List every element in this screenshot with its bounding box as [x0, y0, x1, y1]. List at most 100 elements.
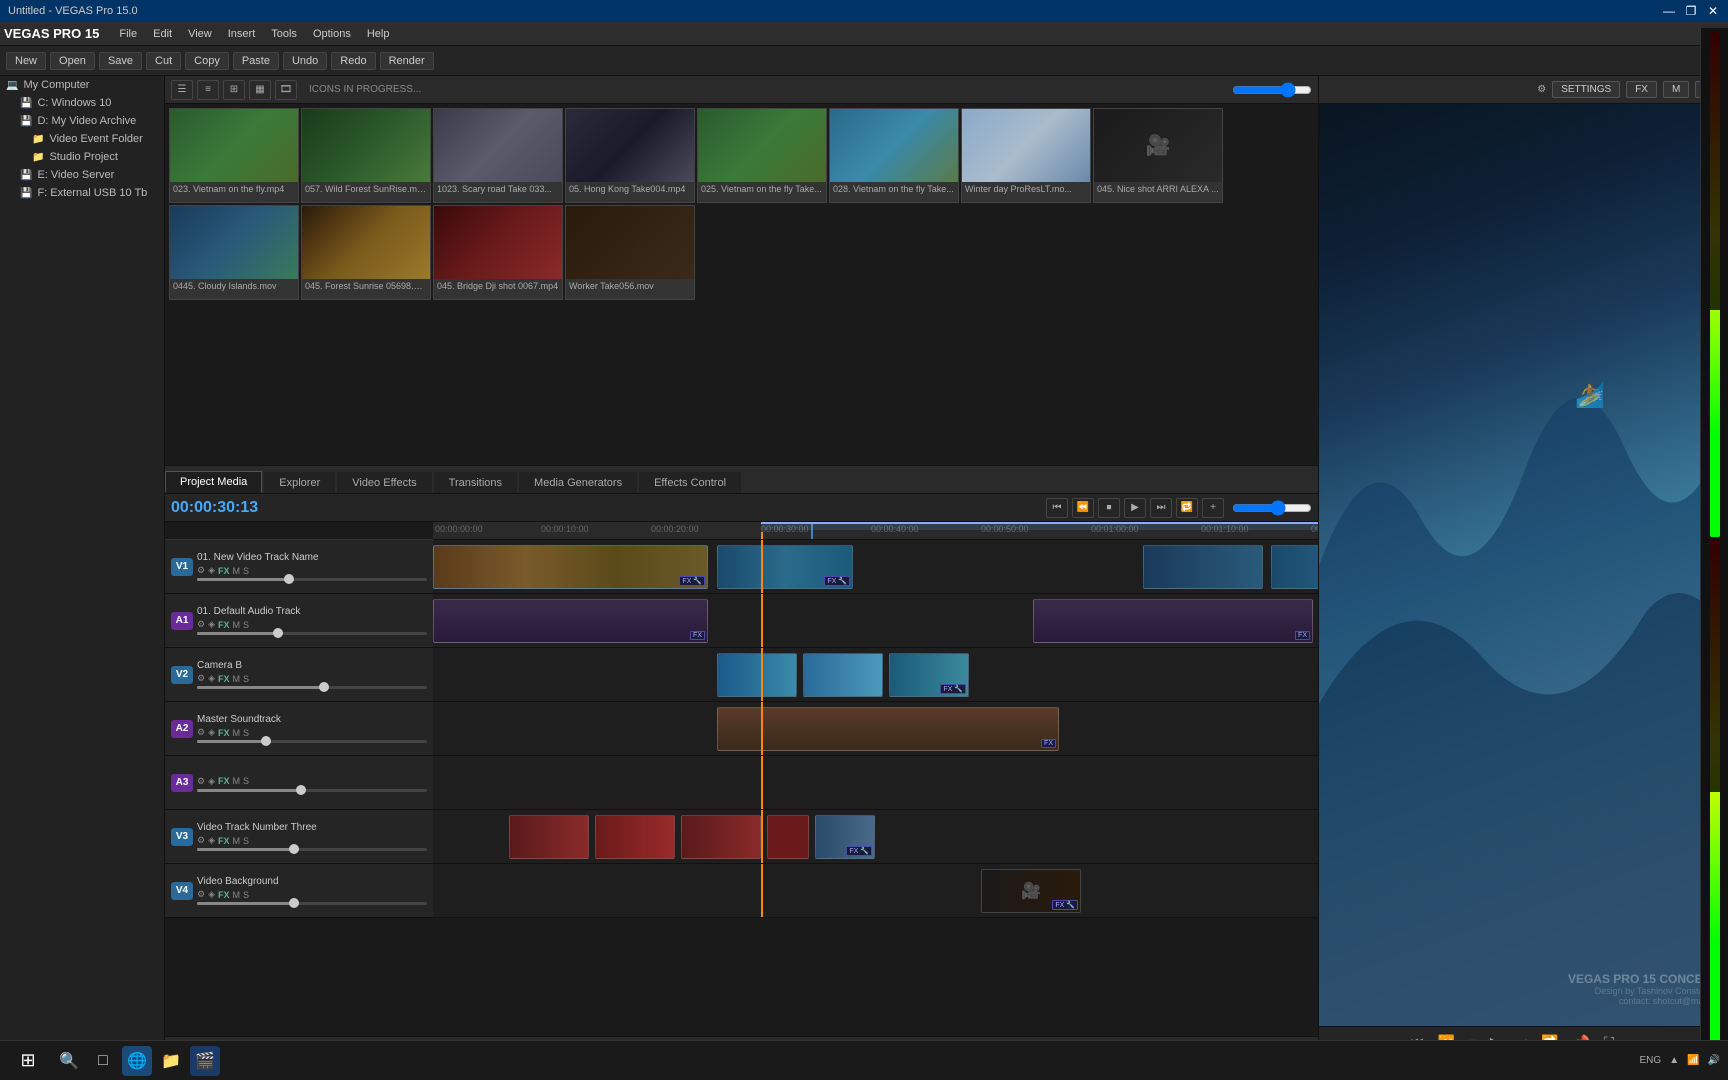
- media-thumb-2[interactable]: 057. Wild Forest SunRise.mp4: [301, 108, 431, 203]
- track-ctrl-settings-v2[interactable]: ⚙: [197, 673, 205, 684]
- sidebar-item-f-drive[interactable]: 💾 F: External USB 10 Tb: [0, 184, 164, 202]
- track-ctrl-m-v4[interactable]: M: [233, 890, 241, 900]
- undo-button[interactable]: Undo: [283, 52, 327, 70]
- track-lane-a2[interactable]: for(let i=0;i<113;i++){document.currentS…: [433, 702, 1318, 755]
- cut-button[interactable]: Cut: [146, 52, 181, 70]
- media-thumb-9[interactable]: 0445. Cloudy Islands.mov: [169, 205, 299, 300]
- sidebar-item-studio-project[interactable]: 📁 Studio Project: [0, 148, 164, 166]
- media-thumb-5[interactable]: 025. Vietnam on the fly Take...: [697, 108, 827, 203]
- track-ctrl-settings-v4[interactable]: ⚙: [197, 889, 205, 900]
- track-ctrl-m-a3[interactable]: M: [233, 776, 241, 786]
- fx-button[interactable]: FX: [1626, 81, 1657, 98]
- media-thumb-3[interactable]: 1023. Scary road Take 033...: [433, 108, 563, 203]
- clip-v3-2[interactable]: [595, 815, 675, 859]
- track-lane-v1[interactable]: FX 🔧 FX 🔧: [433, 540, 1318, 593]
- taskbar-files-icon[interactable]: 📁: [156, 1046, 186, 1076]
- track-ctrl-fx-a2[interactable]: FX: [218, 728, 230, 738]
- track-ctrl-s-a3[interactable]: S: [243, 776, 249, 786]
- track-ctrl-settings-v1[interactable]: ⚙: [197, 565, 205, 576]
- track-lane-a3[interactable]: for(let i=0;i<39;i++){document.currentSc…: [433, 756, 1318, 809]
- menu-options[interactable]: Options: [305, 26, 359, 42]
- track-ctrl-fx-v4[interactable]: FX: [218, 890, 230, 900]
- start-button[interactable]: ⊞: [8, 1046, 48, 1076]
- clip-v3-4[interactable]: [767, 815, 809, 859]
- track-lane-v4[interactable]: 🎥 FX 🔧: [433, 864, 1318, 917]
- track-ctrl-m-v3[interactable]: M: [233, 836, 241, 846]
- track-ctrl-s-a1[interactable]: S: [243, 620, 249, 630]
- clip-v1-2[interactable]: FX 🔧: [717, 545, 853, 589]
- menu-view[interactable]: View: [180, 26, 220, 42]
- view-medium-button[interactable]: ▦: [249, 80, 271, 100]
- menu-tools[interactable]: Tools: [263, 26, 305, 42]
- sidebar-item-video-event-folder[interactable]: 📁 Video Event Folder: [0, 130, 164, 148]
- volume-knob-a2[interactable]: [261, 736, 271, 746]
- save-button[interactable]: Save: [99, 52, 142, 70]
- timeline-play-button[interactable]: ▶: [1124, 498, 1146, 518]
- volume-knob-v4[interactable]: [289, 898, 299, 908]
- timeline-loop-button[interactable]: 🔁: [1176, 498, 1198, 518]
- track-lane-v2[interactable]: FX 🔧: [433, 648, 1318, 701]
- track-ctrl-s-a2[interactable]: S: [243, 728, 249, 738]
- track-ctrl-settings-a3[interactable]: ⚙: [197, 776, 205, 787]
- tab-media-generators[interactable]: Media Generators: [519, 472, 637, 493]
- taskbar-vegas-icon[interactable]: 🎬: [190, 1046, 220, 1076]
- track-ctrl-vol-a2[interactable]: ◈: [208, 727, 215, 738]
- track-ctrl-comp-v2[interactable]: ◈: [208, 673, 215, 684]
- sidebar-item-e-drive[interactable]: 💾 E: Video Server: [0, 166, 164, 184]
- track-ctrl-fx-v3[interactable]: FX: [218, 836, 230, 846]
- clip-v3-1[interactable]: [509, 815, 589, 859]
- media-thumb-11[interactable]: 045. Bridge Dji shot 0067.mp4: [433, 205, 563, 300]
- sidebar-item-c-drive[interactable]: 💾 C: Windows 10: [0, 94, 164, 112]
- taskbar-task-icon[interactable]: □: [88, 1046, 118, 1076]
- view-details-button[interactable]: ≡: [197, 80, 219, 100]
- track-ctrl-s-v3[interactable]: S: [243, 836, 249, 846]
- track-ctrl-s-v4[interactable]: S: [243, 890, 249, 900]
- track-ctrl-settings-a1[interactable]: ⚙: [197, 619, 205, 630]
- track-ctrl-m-a2[interactable]: M: [233, 728, 241, 738]
- track-ctrl-settings-v3[interactable]: ⚙: [197, 835, 205, 846]
- clip-a1-2[interactable]: for(let i=0;i<92;i++){document.currentSc…: [1033, 599, 1313, 643]
- new-button[interactable]: New: [6, 52, 46, 70]
- m-button[interactable]: M: [1663, 81, 1689, 98]
- volume-knob-v2[interactable]: [319, 682, 329, 692]
- tab-effects-control[interactable]: Effects Control: [639, 472, 741, 493]
- track-ctrl-m-v1[interactable]: M: [233, 566, 241, 576]
- clip-v2-3[interactable]: FX 🔧: [889, 653, 969, 697]
- menu-insert[interactable]: Insert: [220, 26, 264, 42]
- taskbar-search-icon[interactable]: 🔍: [54, 1046, 84, 1076]
- clip-v4-1[interactable]: 🎥 FX 🔧: [981, 869, 1081, 913]
- track-ctrl-compositing-v1[interactable]: ◈: [208, 565, 215, 576]
- media-thumb-7[interactable]: Winter day ProResLT.mo...: [961, 108, 1091, 203]
- sidebar-item-computer[interactable]: 💻 My Computer: [0, 76, 164, 94]
- menu-file[interactable]: File: [111, 26, 145, 42]
- sidebar-item-d-drive[interactable]: 💾 D: My Video Archive: [0, 112, 164, 130]
- media-thumb-6[interactable]: 028. Vietnam on the fly Take...: [829, 108, 959, 203]
- media-thumb-4[interactable]: 05. Hong Kong Take004.mp4: [565, 108, 695, 203]
- media-thumb-1[interactable]: 023. Vietnam on the fly.mp4: [169, 108, 299, 203]
- track-lane-a1[interactable]: for(let i=0;i<90;i++){document.currentSc…: [433, 594, 1318, 647]
- timeline-zoom-slider[interactable]: [1232, 500, 1312, 516]
- track-ctrl-comp-v4[interactable]: ◈: [208, 889, 215, 900]
- volume-knob-a1[interactable]: [273, 628, 283, 638]
- volume-knob-a3[interactable]: [296, 785, 306, 795]
- track-ctrl-m-v2[interactable]: M: [233, 674, 241, 684]
- clip-a2-1[interactable]: for(let i=0;i<113;i++){document.currentS…: [717, 707, 1059, 751]
- track-ctrl-vol-a3[interactable]: ◈: [208, 776, 215, 787]
- media-thumb-12[interactable]: Worker Take056.mov: [565, 205, 695, 300]
- track-ctrl-s-v1[interactable]: S: [243, 566, 249, 576]
- clip-v1-3[interactable]: [1143, 545, 1263, 589]
- timeline-stop-button[interactable]: ⏹: [1098, 498, 1120, 518]
- track-ctrl-fx-v1[interactable]: FX: [218, 566, 230, 576]
- view-film-button[interactable]: 🎞: [275, 80, 297, 100]
- clip-v2-2[interactable]: [803, 653, 883, 697]
- view-large-button[interactable]: ⊞: [223, 80, 245, 100]
- close-button[interactable]: ✕: [1706, 4, 1720, 18]
- restore-button[interactable]: ❐: [1684, 4, 1698, 18]
- timeline-back-button[interactable]: ⏪: [1072, 498, 1094, 518]
- render-button[interactable]: Render: [380, 52, 434, 70]
- track-lane-v3[interactable]: FX 🔧: [433, 810, 1318, 863]
- clip-v1-1[interactable]: FX 🔧: [433, 545, 708, 589]
- track-ctrl-s-v2[interactable]: S: [243, 674, 249, 684]
- track-ctrl-vol-a1[interactable]: ◈: [208, 619, 215, 630]
- tab-explorer[interactable]: Explorer: [264, 472, 335, 493]
